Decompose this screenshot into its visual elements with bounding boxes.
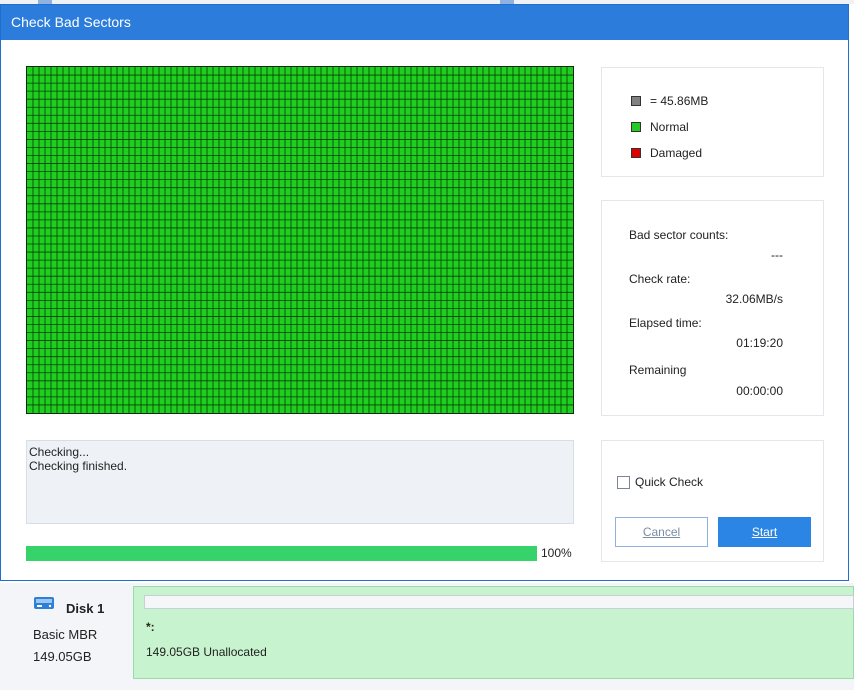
disk-info[interactable]: Disk 1 Basic MBR 149.05GB <box>0 583 132 679</box>
statistics-panel: Bad sector counts: --- Check rate: 32.06… <box>601 200 824 416</box>
elapsed-time-value: 01:19:20 <box>736 336 783 350</box>
progress-percent: 100% <box>541 546 572 560</box>
partition-letter: *: <box>146 620 155 634</box>
remaining-label: Remaining <box>629 363 687 377</box>
legend-swatch <box>631 122 641 132</box>
quick-check-checkbox[interactable]: Quick Check <box>617 475 703 489</box>
dialog-title: Check Bad Sectors <box>11 14 131 30</box>
bad-sector-count-value: --- <box>771 248 783 262</box>
sector-map <box>26 66 574 414</box>
sector-grid <box>27 67 573 413</box>
legend-swatch <box>631 96 641 106</box>
checkbox-box[interactable] <box>617 475 630 489</box>
log-line: Checking finished. <box>29 459 128 473</box>
log-line: Checking... <box>29 445 90 459</box>
dialog-titlebar[interactable]: Check Bad Sectors <box>1 5 848 40</box>
start-button[interactable]: Start <box>718 517 811 547</box>
check-rate-value: 32.06MB/s <box>725 292 783 306</box>
elapsed-time-label: Elapsed time: <box>629 316 702 330</box>
partition-description: 149.05GB Unallocated <box>146 645 267 659</box>
status-log: Checking... Checking finished. <box>26 440 574 524</box>
cancel-button[interactable]: Cancel <box>615 517 708 547</box>
legend-swatch <box>631 148 641 158</box>
bad-sector-count-label: Bad sector counts: <box>629 228 729 242</box>
disk-map: Disk 1 Basic MBR 149.05GB *: 149.05GB Un… <box>0 583 854 690</box>
partition-usage-bar <box>144 595 854 609</box>
remaining-value: 00:00:00 <box>736 384 783 398</box>
progress-bar <box>26 546 537 561</box>
check-bad-sectors-dialog: Check Bad Sectors = 45.86MB Normal Damag… <box>0 4 849 581</box>
hard-disk-icon <box>34 597 54 609</box>
disk-name: Disk 1 <box>66 601 105 616</box>
legend-item-normal: Normal <box>631 119 689 135</box>
unallocated-partition[interactable]: *: 149.05GB Unallocated <box>133 586 854 679</box>
legend-item-block-size: = 45.86MB <box>631 93 708 109</box>
quick-check-label: Quick Check <box>635 475 704 489</box>
progress-fill <box>26 546 537 561</box>
legend-label: = 45.86MB <box>650 94 709 108</box>
disk-size: 149.05GB <box>33 649 92 664</box>
actions-panel: Quick Check Cancel Start <box>601 440 824 562</box>
legend-label: Normal <box>650 120 689 134</box>
disk-type: Basic MBR <box>33 627 98 642</box>
legend-item-damaged: Damaged <box>631 145 702 161</box>
legend-panel: = 45.86MB Normal Damaged <box>601 67 824 177</box>
legend-label: Damaged <box>650 146 703 160</box>
check-rate-label: Check rate: <box>629 272 691 286</box>
